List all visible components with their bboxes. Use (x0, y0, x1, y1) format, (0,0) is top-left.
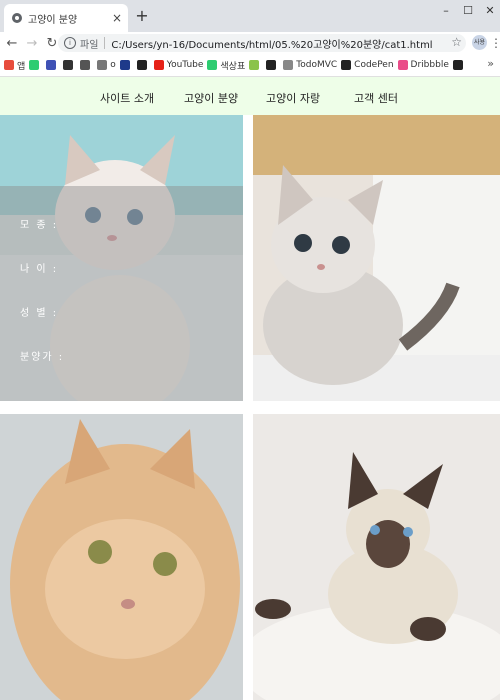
bookmarks-more-icon[interactable]: » (487, 57, 494, 70)
cat-card-2[interactable] (253, 115, 500, 401)
address-bar[interactable]: i 파일 C:/Users/yn-16/Documents/html/05.%2… (58, 34, 466, 52)
cat-photo-tabby-kitten (253, 115, 500, 401)
bookmark-label: o (110, 60, 116, 70)
site-nav: 사이트 소개 고양이 분양 고양이 자랑 고객 센터 (0, 77, 500, 115)
new-tab-button[interactable]: + (134, 8, 150, 24)
tab-title: 고양이 분양 (28, 14, 78, 26)
tab-strip: 고양이 분양 × + – ☐ ✕ (0, 0, 500, 32)
page-content: 사이트 소개 고양이 분양 고양이 자랑 고객 센터 모 종 : 나 이 : 성… (0, 77, 500, 700)
divider (104, 37, 106, 49)
bookmark-favicon-icon (341, 60, 352, 70)
cat-card-3[interactable] (0, 414, 243, 700)
bookmark-label: CodePen (354, 60, 394, 70)
price-label: 분양가 : (20, 352, 65, 363)
bookmarks-bar: 앱 o YouTube 색상표 TodoMVC CodePen Dribbble (0, 54, 500, 77)
bookmark-item[interactable] (136, 60, 150, 70)
bookmark-label: YouTube (166, 60, 204, 70)
cat-card-4[interactable] (253, 414, 500, 700)
bookmark-favicon-icon (397, 60, 408, 70)
cat-info-overlay: 모 종 : 나 이 : 성 별 : 분양가 : (0, 186, 243, 401)
scheme-label: 파일 (80, 39, 99, 51)
bookmark-favicon-icon (207, 60, 218, 70)
bookmark-favicon-icon (136, 60, 147, 70)
bookmark-favicon-icon (119, 60, 130, 70)
breed-label: 모 종 : (20, 220, 59, 231)
bookmark-label: Dribbble (410, 60, 449, 70)
browser-tab[interactable]: 고양이 분양 × (4, 4, 128, 32)
bookmark-label: 앱 (17, 61, 26, 72)
bookmark-favicon-icon (80, 60, 91, 70)
nav-item-show-off[interactable]: 고양이 자랑 (266, 90, 320, 106)
bookmark-item[interactable] (452, 60, 466, 70)
minimize-button[interactable]: – (436, 4, 456, 17)
gender-label: 성 별 : (20, 308, 59, 319)
bookmark-favicon-icon (283, 60, 294, 70)
cat-card-1[interactable]: 모 종 : 나 이 : 성 별 : 분양가 : (0, 115, 243, 401)
bookmark-favicon-icon (29, 60, 40, 70)
bookmark-item[interactable]: o (97, 60, 116, 70)
bookmark-item[interactable]: 색상표 (207, 59, 245, 72)
bookmark-favicon-icon (63, 60, 74, 70)
bookmark-item[interactable] (63, 60, 76, 70)
forward-icon[interactable]: → (24, 36, 40, 51)
bookmark-favicon-icon (266, 60, 277, 70)
url-text[interactable]: C:/Users/yn-16/Documents/html/05.%20고양이%… (111, 36, 432, 51)
bookmark-favicon-icon (249, 60, 260, 70)
bookmark-label: TodoMVC (296, 60, 338, 70)
bookmark-favicon-icon (4, 60, 14, 70)
bookmark-item[interactable] (249, 60, 262, 70)
bookmark-favicon-icon (153, 60, 164, 70)
bookmark-star-icon[interactable]: ☆ (451, 35, 462, 49)
menu-icon[interactable]: ⋮ (490, 36, 500, 50)
bookmark-item[interactable] (46, 60, 59, 70)
cat-photo-persian (0, 414, 243, 700)
globe-icon (12, 13, 22, 23)
bookmark-favicon-icon (46, 60, 57, 70)
close-window-button[interactable]: ✕ (480, 4, 500, 17)
back-icon[interactable]: ← (4, 36, 20, 51)
browser-toolbar: ← → ↻ i 파일 C:/Users/yn-16/Documents/html… (0, 32, 500, 54)
nav-item-adopt[interactable]: 고양이 분양 (184, 90, 238, 106)
bookmark-item[interactable] (119, 60, 133, 70)
info-icon[interactable]: i (64, 37, 76, 49)
tab-close-icon[interactable]: × (110, 11, 124, 25)
maximize-button[interactable]: ☐ (458, 4, 478, 17)
bookmark-label: 색상표 (220, 61, 246, 72)
bookmark-item[interactable]: YouTube (153, 60, 204, 70)
bookmark-favicon-icon (452, 60, 463, 70)
bookmark-item[interactable] (266, 60, 279, 70)
nav-item-support[interactable]: 고객 센터 (354, 90, 398, 106)
bookmark-item[interactable] (29, 60, 42, 70)
bookmark-favicon-icon (97, 60, 108, 70)
bookmark-item[interactable]: CodePen (341, 60, 394, 70)
age-label: 나 이 : (20, 264, 59, 275)
profile-avatar[interactable]: 사용 (472, 35, 487, 50)
bookmark-item[interactable]: TodoMVC (283, 60, 337, 70)
bookmark-item[interactable]: 앱 (4, 59, 25, 72)
bookmark-item[interactable] (80, 60, 93, 70)
nav-item-about[interactable]: 사이트 소개 (100, 90, 154, 106)
cat-photo-siamese (253, 414, 500, 700)
bookmark-item[interactable]: Dribbble (397, 60, 449, 70)
